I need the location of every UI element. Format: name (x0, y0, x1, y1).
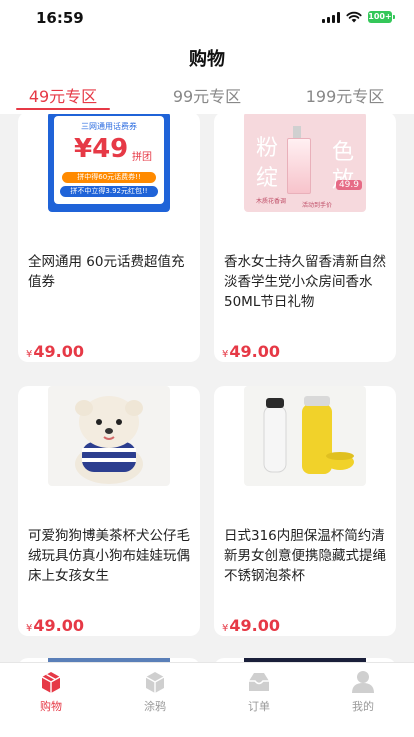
product-title: 日式316内胆保温杯简约清新男女创意便携隐藏式提绳不锈钢泡茶杯 (224, 528, 386, 584)
plush-dog-illustration (75, 396, 143, 484)
product-card[interactable]: 日式316内胆保温杯简约清新男女创意便携隐藏式提绳不锈钢泡茶杯 ¥49.00 (214, 386, 396, 636)
tab-199[interactable]: 199元专区 (290, 83, 400, 107)
tab-99[interactable]: 99元专区 (152, 83, 262, 107)
shopping-box-icon (41, 672, 61, 693)
product-price: ¥49.00 (26, 616, 84, 635)
box-icon (145, 672, 165, 693)
tab-bar-orders[interactable]: 订单 (224, 669, 294, 714)
tab-bar-profile[interactable]: 我的 (328, 669, 398, 714)
currency-symbol: ¥ (26, 623, 33, 634)
perfume-char-3: 绽 (256, 166, 279, 191)
tab-bar-label: 我的 (352, 700, 374, 713)
price-value: 49.00 (229, 616, 280, 635)
price-value: 49.00 (33, 342, 84, 361)
perfume-char-1: 粉 (256, 136, 279, 161)
price-value: 49.00 (33, 616, 84, 635)
product-card[interactable]: 粉 色 绽 放 49.9 木质花香调 活动到手价 香水女士持久留香清新自然淡香学… (214, 114, 396, 362)
product-price: ¥49.00 (26, 342, 84, 361)
product-image-plush-dog (48, 386, 170, 486)
battery-icon: 100+ (368, 11, 395, 23)
product-image-phone-voucher: 三网通用话费券 ¥49 拼团 拼中得60元话费券!! 拼不中立得3.92元红包!… (48, 114, 170, 212)
status-bar: 16:59 100+ (0, 0, 414, 36)
product-title: 香水女士持久留香清新自然淡香学生党小众房间香水50ML节日礼物 (224, 254, 386, 310)
wifi-icon (346, 11, 362, 23)
voucher-price: ¥49 (74, 134, 129, 164)
product-image-thermos (244, 386, 366, 486)
currency-symbol: ¥ (222, 623, 229, 634)
voucher-line2: 拼不中立得3.92元红包!! (60, 186, 158, 197)
perfume-caption2: 活动到手价 (302, 202, 333, 209)
tab-49[interactable]: 49元专区 (8, 83, 118, 107)
tab-bar-shopping[interactable]: 购物 (16, 669, 86, 714)
perfume-bottle-body (287, 138, 311, 194)
price-value: 49.00 (229, 342, 280, 361)
page-title: 购物 (189, 49, 225, 70)
order-tray-icon (249, 673, 269, 691)
category-tabs: 49元专区 99元专区 199元专区 (0, 78, 414, 114)
product-grid: 三网通用话费券 ¥49 拼团 拼中得60元话费券!! 拼不中立得3.92元红包!… (0, 114, 414, 662)
product-price: ¥49.00 (222, 342, 280, 361)
bottom-tab-bar: 购物 涂鸦 订单 我的 (0, 662, 414, 737)
tab-bar-label: 涂鸦 (144, 700, 166, 713)
voucher-header: 三网通用话费券 (81, 122, 137, 131)
voucher-tag: 拼团 (132, 152, 152, 163)
product-title: 可爱狗狗博美茶杯犬公仔毛绒玩具仿真小狗布娃娃玩偶床上女孩女生 (28, 528, 190, 584)
status-icons: 100+ (322, 11, 395, 23)
active-tab-indicator (16, 108, 110, 110)
product-card[interactable]: 三网通用话费券 ¥49 拼团 拼中得60元话费券!! 拼不中立得3.92元红包!… (18, 114, 200, 362)
currency-symbol: ¥ (222, 349, 229, 360)
status-time: 16:59 (36, 9, 84, 27)
tab-bar-doodle[interactable]: 涂鸦 (120, 669, 190, 714)
signal-icon (322, 11, 340, 23)
perfume-price-tag: 49.9 (335, 180, 362, 190)
currency-symbol: ¥ (26, 349, 33, 360)
voucher-line1: 拼中得60元话费券!! (62, 172, 156, 183)
thermos-illustration (263, 396, 354, 474)
perfume-caption1: 木质花香调 (256, 198, 287, 205)
product-price: ¥49.00 (222, 616, 280, 635)
tab-bar-label: 购物 (40, 700, 62, 713)
product-card[interactable]: 可爱狗狗博美茶杯犬公仔毛绒玩具仿真小狗布娃娃玩偶床上女孩女生 ¥49.00 (18, 386, 200, 636)
nav-bar: 购物 (0, 36, 414, 78)
tab-bar-label: 订单 (248, 700, 270, 713)
product-image-perfume: 粉 色 绽 放 49.9 木质花香调 活动到手价 (244, 114, 366, 212)
product-title: 全网通用 60元话费超值充值券 (28, 254, 185, 290)
user-icon (352, 671, 374, 693)
